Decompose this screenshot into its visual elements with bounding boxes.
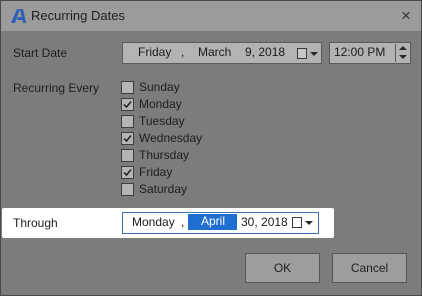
title-bar[interactable]: Recurring Dates × (1, 1, 421, 31)
checkbox-label: Friday (139, 165, 173, 179)
start-date-weekday[interactable]: Friday (138, 45, 171, 59)
checkbox[interactable] (121, 166, 134, 179)
cancel-button[interactable]: Cancel (332, 253, 407, 283)
through-separator: , (181, 215, 185, 229)
checkbox[interactable] (121, 98, 134, 111)
time-spinner[interactable] (395, 44, 410, 62)
app-logo-icon (11, 9, 26, 23)
checkmark-icon (123, 169, 132, 177)
checkbox[interactable] (121, 149, 134, 162)
through-month-selected[interactable]: April (188, 214, 237, 230)
through-day-year[interactable]: 30, 2018 (241, 215, 288, 229)
close-icon[interactable]: × (393, 4, 419, 28)
dialog-title: Recurring Dates (31, 8, 125, 23)
checkbox-label: Thursday (139, 148, 190, 162)
checkbox-label: Tuesday (139, 114, 185, 128)
ok-button[interactable]: OK (245, 253, 320, 283)
recurring-every-label: Recurring Every (13, 81, 100, 95)
spin-down-icon[interactable] (399, 55, 407, 59)
checkmark-icon (123, 135, 132, 143)
checkbox-label: Monday (139, 97, 182, 111)
recurring-dates-dialog: Recurring Dates × Start Date Friday , Ma… (0, 0, 422, 296)
checkbox[interactable] (121, 132, 134, 145)
calendar-icon[interactable] (297, 48, 307, 59)
through-label: Through (13, 216, 58, 230)
checkmark-icon (123, 101, 132, 109)
checkbox-label: Sunday (139, 80, 180, 94)
start-date-month[interactable]: March (198, 45, 231, 59)
chevron-down-icon[interactable] (310, 52, 318, 56)
chevron-down-icon[interactable] (305, 221, 313, 225)
checkbox[interactable] (121, 183, 134, 196)
calendar-icon[interactable] (292, 217, 302, 228)
start-time-field[interactable]: 12:00 PM (329, 42, 411, 64)
checkbox-label: Saturday (139, 182, 188, 196)
start-date-label: Start Date (13, 46, 68, 60)
checkbox[interactable] (121, 81, 134, 94)
start-date-day-year[interactable]: 9, 2018 (245, 45, 285, 59)
through-date-picker[interactable]: Monday , April 30, 2018 (122, 212, 319, 234)
checkbox-label: Wednesday (139, 131, 203, 145)
start-date-separator: , (181, 45, 185, 59)
start-date-picker[interactable]: Friday , March 9, 2018 (122, 42, 322, 64)
through-weekday[interactable]: Monday (132, 215, 175, 229)
checkbox[interactable] (121, 115, 134, 128)
spin-up-icon[interactable] (399, 46, 407, 50)
start-time-value[interactable]: 12:00 PM (334, 45, 385, 59)
